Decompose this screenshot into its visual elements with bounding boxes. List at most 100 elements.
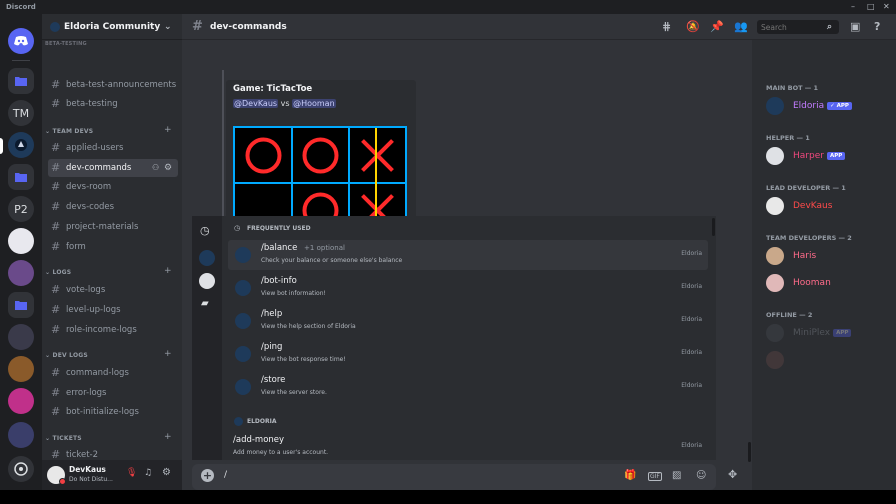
server-avatar-icon[interactable] [8, 260, 34, 286]
category-tickets[interactable]: ⌄ TICKETS [45, 435, 82, 442]
member-eldoria[interactable]: Eldoria ✓ APP [766, 96, 852, 116]
channel-dev-commands[interactable]: # dev-commands ⚇ ⚙ [48, 159, 178, 177]
member-devkaus[interactable]: DevKaus [766, 196, 832, 216]
hash-icon: # [51, 240, 61, 253]
add-channel-icon[interactable]: + [164, 266, 172, 276]
gift-icon[interactable]: 🎁 [624, 470, 636, 481]
message-input[interactable]: / [224, 470, 227, 480]
hash-icon: # [51, 220, 61, 233]
add-attachment-icon[interactable]: + [201, 469, 214, 482]
sticker-icon[interactable]: ▨ [672, 470, 681, 481]
command-option-bot-info[interactable]: /bot-info View bot information! Eldoria [228, 273, 708, 303]
command-option-balance[interactable]: /balance +1 optional Check your balance … [228, 240, 708, 270]
hash-icon: # [51, 283, 61, 296]
channel-header: # dev-commands ⋕ 🔕 📌 👥 ⌕ ▣ ? [182, 14, 896, 40]
hash-icon: # [51, 303, 61, 316]
mic-muted-icon[interactable]: 🎙 [126, 468, 137, 478]
channel-devs-codes[interactable]: # devs-codes [48, 198, 178, 216]
command-option-store[interactable]: /store View the server store. Eldoria [228, 372, 708, 402]
channel-form[interactable]: # form [48, 238, 178, 256]
close-icon[interactable]: ✕ [883, 0, 890, 14]
channel-beta-testing[interactable]: # beta-testing [48, 95, 178, 113]
eldoria-app-icon[interactable] [199, 250, 215, 266]
folder-icon[interactable] [8, 68, 34, 94]
server-eldoria-icon[interactable] [8, 132, 34, 158]
discord-home-icon[interactable] [8, 28, 34, 54]
help-icon[interactable]: ? [874, 14, 880, 40]
channel-beta-test-announcements[interactable]: # beta-test-announcements [48, 76, 178, 94]
scrollbar[interactable] [712, 218, 715, 236]
add-channel-icon[interactable]: + [164, 349, 172, 359]
threads-icon[interactable]: ⋕ [662, 14, 671, 40]
folder-icon[interactable] [8, 164, 34, 190]
add-channel-icon[interactable]: + [164, 125, 172, 135]
bot-app-icon[interactable] [199, 273, 215, 289]
pin-icon[interactable]: 📌 [710, 14, 724, 40]
server-avatar-icon[interactable] [8, 356, 34, 382]
server-tm[interactable]: TM [8, 100, 34, 126]
channel-devs-room[interactable]: # devs-room [48, 178, 178, 196]
command-description: View the server store. [261, 389, 327, 396]
channel-applied-users[interactable]: # applied-users [48, 139, 178, 157]
category-beta-testing[interactable]: BETA-TESTING [45, 41, 87, 47]
channel-command-logs[interactable]: # command-logs [48, 364, 178, 382]
channel-role-income-logs[interactable]: # role-income-logs [48, 321, 178, 339]
server-avatar-icon[interactable] [8, 324, 34, 350]
channel-level-up-logs[interactable]: # level-up-logs [48, 301, 178, 319]
chevron-down-icon[interactable]: ⌄ [164, 14, 172, 40]
search-input[interactable] [761, 21, 823, 33]
gear-icon[interactable]: ⚙ [162, 467, 171, 478]
explore-icon[interactable] [8, 456, 34, 482]
category-dev-logs[interactable]: ⌄ DEV LOGS [45, 352, 88, 359]
member-haris[interactable]: Haris [766, 246, 816, 266]
headphones-icon[interactable]: ♫ [144, 468, 152, 478]
command-name: /ping [261, 342, 283, 352]
emoji-icon[interactable]: ☺ [696, 470, 706, 481]
server-avatar-icon[interactable] [8, 388, 34, 414]
server-icon [50, 22, 60, 32]
clock-icon[interactable]: ◷ [200, 224, 210, 237]
avatar [235, 280, 251, 296]
add-channel-icon[interactable]: + [164, 432, 172, 442]
server-avatar-icon[interactable] [8, 422, 34, 448]
folder-icon[interactable] [8, 292, 34, 318]
member-offline[interactable] [766, 350, 793, 370]
inbox-icon[interactable]: ▣ [850, 14, 860, 40]
member-harper[interactable]: Harper APP [766, 146, 846, 166]
invite-icon[interactable]: ⚇ [152, 159, 159, 177]
bell-muted-icon[interactable]: 🔕 [686, 14, 700, 40]
member-name: DevKaus [793, 201, 833, 211]
server-avatar-icon[interactable] [8, 228, 34, 254]
category-team-devs[interactable]: ⌄ TEAM DEVS [45, 128, 93, 135]
server-header[interactable]: Eldoria Community ⌄ [42, 14, 182, 40]
mention[interactable]: @Hooman [292, 99, 336, 108]
members-icon[interactable]: 👥 [734, 14, 748, 40]
slash-app-icon[interactable]: ▰ [201, 298, 209, 309]
avatar [235, 346, 251, 362]
minimize-icon[interactable]: – [851, 0, 855, 14]
gear-icon[interactable]: ⚙ [164, 159, 172, 177]
member-miniplex[interactable]: MiniPlex APP [766, 323, 852, 343]
avatar [766, 274, 784, 292]
category-logs[interactable]: ⌄ LOGS [45, 269, 71, 276]
channel-project-materials[interactable]: # project-materials [48, 218, 178, 236]
channel-vote-logs[interactable]: # vote-logs [48, 281, 178, 299]
app-badge: APP [826, 151, 846, 160]
maximize-icon[interactable]: □ [867, 0, 875, 14]
apps-icon[interactable]: ✥ [728, 468, 737, 481]
command-option-help[interactable]: /help View the help section of Eldoria E… [228, 306, 708, 336]
channel-bot-initialize-logs[interactable]: # bot-initialize-logs [48, 403, 178, 421]
mention[interactable]: @DevKaus [233, 99, 279, 108]
chat-scrollbar[interactable] [748, 442, 751, 462]
command-option-add-money[interactable]: /add-money Add money to a user's account… [228, 432, 708, 460]
server-p2[interactable]: P2 [8, 196, 34, 222]
command-optional: +1 optional [304, 244, 345, 252]
x-mark [361, 139, 394, 172]
command-option-ping[interactable]: /ping View the bot response time! Eldori… [228, 339, 708, 369]
gif-icon[interactable]: GIF [648, 472, 662, 481]
search-box[interactable]: ⌕ [757, 20, 839, 34]
member-hooman[interactable]: Hooman [766, 273, 831, 293]
command-name: /store [261, 375, 286, 385]
channel-error-logs[interactable]: # error-logs [48, 384, 178, 402]
embed-title: Game: TicTacToe [233, 84, 313, 94]
